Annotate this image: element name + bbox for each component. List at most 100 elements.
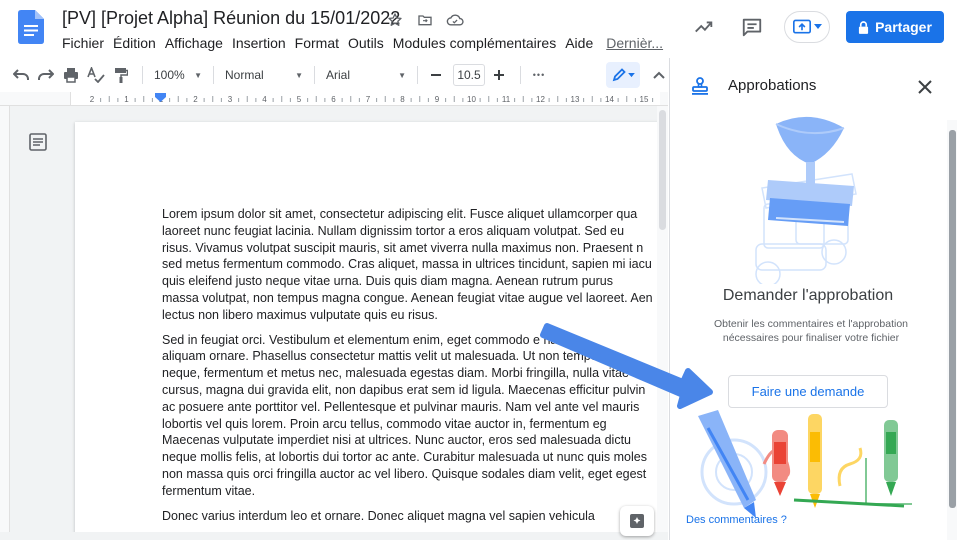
approval-stamp-illustration [755, 116, 857, 284]
menu-edition[interactable]: Édition [113, 35, 156, 51]
caret-down-icon: ▼ [398, 70, 406, 80]
editing-mode-button[interactable] [606, 62, 640, 88]
text-line: lobortis vel quis lorem. Proin arcu tell… [162, 416, 607, 431]
menu-fichier[interactable]: Fichier [62, 35, 104, 51]
toolbar-separator [213, 66, 214, 84]
menu-insertion[interactable]: Insertion [232, 35, 286, 51]
toolbar-separator [520, 66, 521, 84]
menu-outils[interactable]: Outils [348, 35, 384, 51]
text-line: risus. Vivamus volutpat suscipit mauris,… [162, 240, 644, 255]
cloud-status-icon[interactable] [445, 10, 465, 30]
vertical-ruler[interactable] [0, 106, 10, 540]
spellcheck-icon[interactable] [85, 63, 107, 87]
text-line: sed metus fermentum commodo. Cras alique… [162, 257, 652, 272]
document-title[interactable]: [PV] [Projet Alpha] Réunion du 15/01/202… [62, 8, 400, 29]
font-value: Arial [326, 68, 351, 82]
text-line: Lorem ipsum dolor sit amet, consectetur … [162, 207, 638, 221]
paint-format-icon[interactable] [110, 63, 132, 87]
chevron-up-icon[interactable] [648, 63, 670, 87]
star-icon[interactable] [385, 10, 405, 30]
approvals-panel: Approbations Demander l'approbation Obte… [669, 58, 960, 540]
ruler-number: 12 [536, 95, 545, 104]
move-to-folder-icon[interactable] [415, 10, 435, 30]
text-line: neque, fermentum et metus nec, malesuada… [162, 366, 629, 381]
text-line: neque mollis felis, at lobortis dui tort… [162, 450, 647, 465]
approval-stamp-icon [690, 76, 710, 96]
toolbar-separator [142, 66, 143, 84]
ruler-number: 2 [193, 95, 198, 104]
text-line: Maecenas vulputate imperdiet nisi at ult… [162, 433, 631, 448]
toolbar: 100% ▼ Normal ▼ Arial ▼ 10.5 ••• [10, 62, 670, 88]
document-body[interactable]: Lorem ipsum dolor sit amet, consectetur … [162, 206, 665, 532]
more-options-icon[interactable]: ••• [528, 63, 550, 87]
zoom-select[interactable]: 100% ▼ [150, 63, 206, 87]
panel-header: Approbations [670, 58, 960, 114]
print-icon[interactable] [60, 63, 82, 87]
close-icon[interactable] [914, 76, 936, 98]
style-select[interactable]: Normal ▼ [221, 63, 307, 87]
paragraph[interactable]: Donec varius interdum leo et ornare. Don… [162, 508, 665, 525]
toolbar-separator [417, 66, 418, 84]
caret-down-icon: ▼ [295, 70, 303, 80]
menu-aide[interactable]: Aide [565, 35, 593, 51]
present-button[interactable] [784, 11, 830, 43]
ruler-number: 13 [571, 95, 580, 104]
horizontal-scrollbar[interactable] [0, 532, 668, 540]
header: [PV] [Projet Alpha] Réunion du 15/01/202… [0, 0, 960, 58]
paragraph[interactable]: Sed in feugiat orci. Vestibulum et eleme… [162, 332, 665, 500]
ruler-number: 15 [640, 95, 649, 104]
menu-affichage[interactable]: Affichage [165, 35, 223, 51]
font-select[interactable]: Arial ▼ [322, 63, 410, 87]
toolbar-separator [314, 66, 315, 84]
share-button[interactable]: Partager [846, 11, 944, 43]
outline-icon[interactable] [28, 132, 48, 152]
redo-icon[interactable] [35, 63, 57, 87]
menu-modules[interactable]: Modules complémentaires [393, 35, 556, 51]
ruler-ticks: 21123456789101112131415 [90, 93, 654, 104]
indent-marker[interactable] [155, 93, 166, 102]
horizontal-ruler[interactable]: 21123456789101112131415 [0, 92, 668, 106]
undo-icon[interactable] [10, 63, 32, 87]
ruler-number: 10 [467, 95, 476, 104]
caret-down-icon: ▼ [194, 70, 202, 80]
feedback-link[interactable]: Des commentaires ? [686, 514, 787, 526]
text-line: laoreet nunc feugiat lacinia. Nullam dig… [162, 223, 625, 238]
ruler-number: 1 [124, 95, 129, 104]
menu-format[interactable]: Format [295, 35, 339, 51]
ruler-number: 4 [262, 95, 267, 104]
text-line: aliquam ornare. Phasellus consectetur ma… [162, 349, 598, 364]
menu-bar: Fichier Édition Affichage Insertion Form… [62, 35, 663, 51]
vertical-scrollbar[interactable] [657, 106, 668, 540]
ruler-number: 11 [502, 95, 511, 104]
pencil-icon [612, 68, 626, 82]
lock-icon [859, 20, 869, 34]
panel-scrollbar-thumb[interactable] [949, 130, 956, 508]
comment-history-icon[interactable] [736, 11, 768, 43]
ruler-number: 14 [605, 95, 614, 104]
share-label: Partager [875, 19, 932, 35]
last-edit-link[interactable]: Dernièr... [606, 35, 663, 51]
ruler-number: 5 [297, 95, 302, 104]
app-window: [PV] [Projet Alpha] Réunion du 15/01/202… [0, 0, 960, 540]
scrollbar-thumb[interactable] [659, 110, 666, 230]
document-page[interactable]: Lorem ipsum dolor sit amet, consectetur … [75, 122, 665, 540]
ruler-number: 7 [366, 95, 371, 104]
ruler-number: 9 [435, 95, 440, 104]
pens-illustration [698, 410, 912, 518]
trend-icon[interactable] [688, 11, 720, 43]
docs-logo-icon[interactable] [18, 10, 44, 44]
font-size-input[interactable]: 10.5 [453, 64, 485, 86]
minus-icon[interactable] [425, 63, 447, 87]
panel-scrollbar[interactable] [947, 120, 957, 540]
ruler-number: 3 [228, 95, 233, 104]
paragraph[interactable]: Lorem ipsum dolor sit amet, consectetur … [162, 206, 665, 324]
present-icon [793, 19, 811, 34]
request-approval-button[interactable]: Faire une demande [728, 375, 888, 408]
ruler-number: 6 [331, 95, 336, 104]
panel-description: Obtenir les commentaires et l'approbatio… [713, 318, 909, 344]
plus-icon[interactable] [488, 63, 510, 87]
explore-icon[interactable] [620, 506, 654, 536]
text-line: quis eleifend justo neque vitae urna. Du… [162, 274, 613, 289]
text-line: non massa quis orci fringilla auctor ac … [162, 466, 647, 481]
text-line: ac posuere ante porttitor vel. Pellentes… [162, 399, 640, 414]
